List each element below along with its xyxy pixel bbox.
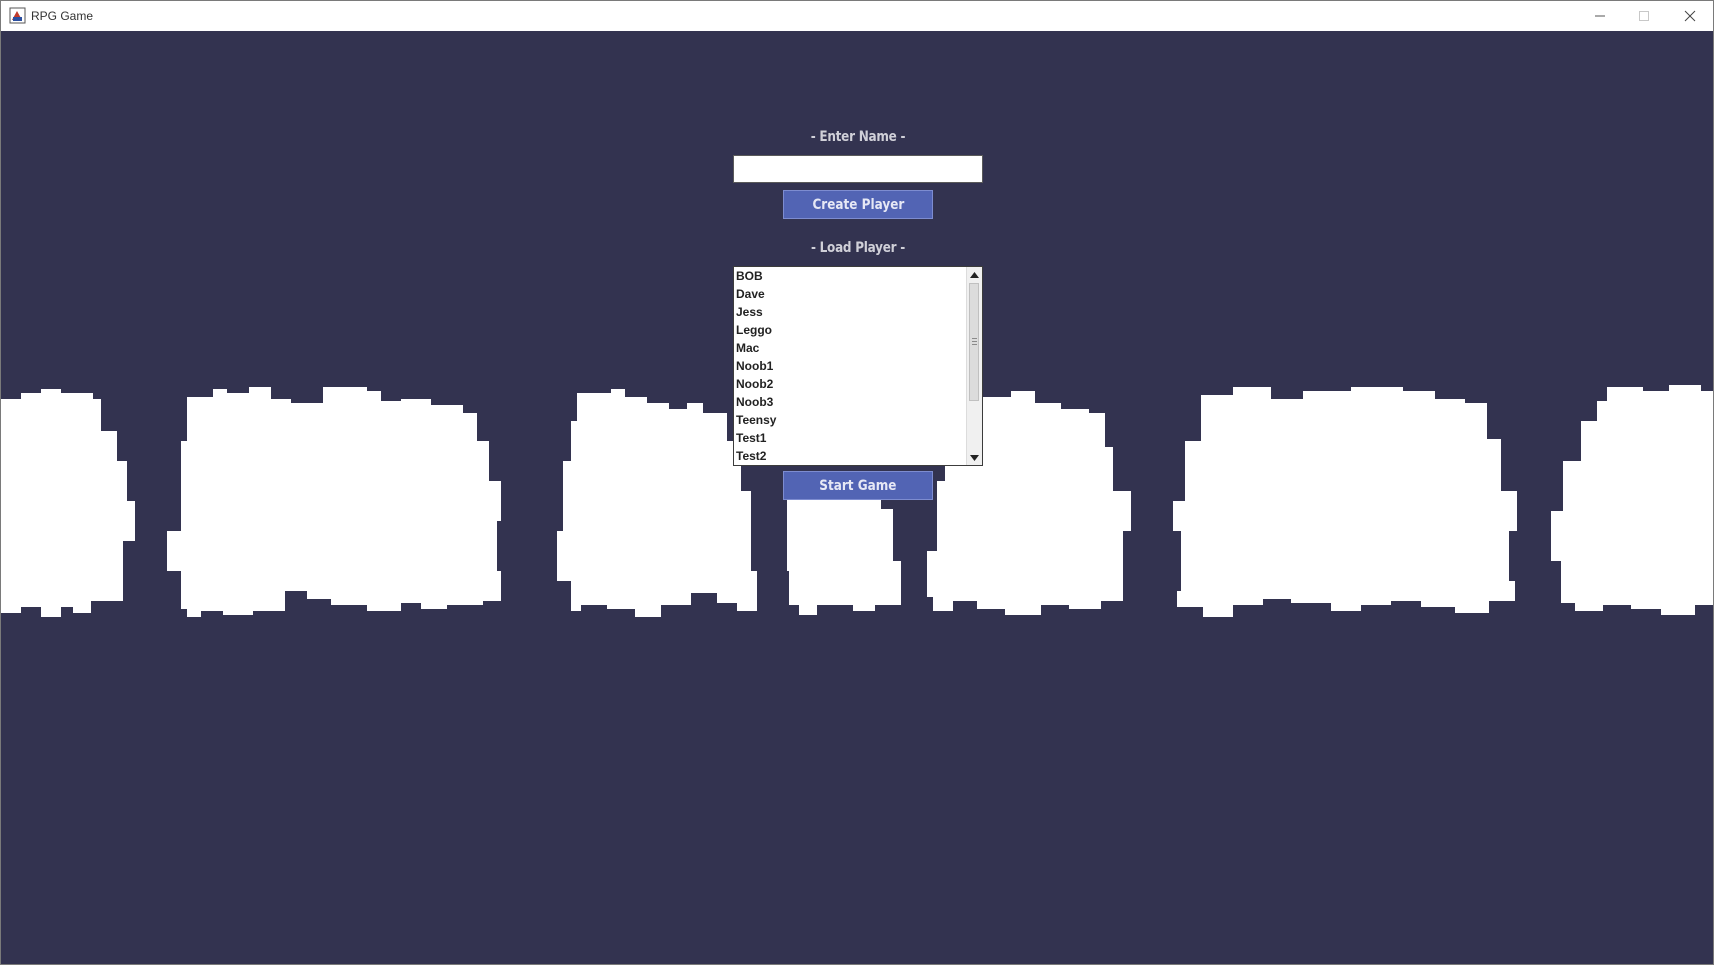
list-item[interactable]: Test1 (734, 429, 967, 447)
close-icon (1684, 10, 1696, 22)
close-button[interactable] (1667, 1, 1713, 31)
create-player-label: Create Player (812, 196, 904, 213)
game-canvas: - Enter Name - Create Player - Load Play… (1, 31, 1713, 964)
java-app-icon (9, 7, 26, 24)
scroll-thumb[interactable] (969, 283, 979, 401)
thumb-grip-line (972, 344, 977, 345)
list-item[interactable]: Mac (734, 339, 967, 357)
list-item[interactable]: Noob1 (734, 357, 967, 375)
cloud (167, 387, 501, 617)
cloud (787, 491, 901, 615)
thumb-grip-line (972, 341, 977, 342)
start-game-label: Start Game (819, 477, 897, 494)
cloud (1551, 385, 1713, 615)
title-bar[interactable]: RPG Game (1, 1, 1713, 31)
cloud (557, 389, 757, 617)
scroll-down-button[interactable] (967, 450, 982, 465)
window-title: RPG Game (31, 9, 94, 23)
maximize-button[interactable] (1621, 1, 1667, 31)
minimize-icon (1595, 15, 1605, 17)
thumb-grip-line (972, 338, 977, 339)
scroll-up-button[interactable] (967, 267, 982, 282)
list-item[interactable]: Jess (734, 303, 967, 321)
list-item[interactable]: Noob2 (734, 375, 967, 393)
arrow-up-icon (970, 271, 979, 278)
cloud (1, 389, 135, 617)
list-item[interactable]: Leggo (734, 321, 967, 339)
list-item[interactable]: Teensy (734, 411, 967, 429)
start-game-button[interactable]: Start Game (783, 471, 933, 500)
load-player-heading: - Load Player - (810, 240, 906, 256)
player-list[interactable]: BOB Dave Jess Leggo Mac Noob1 Noob2 Noob… (733, 266, 983, 466)
cloud (1173, 387, 1517, 617)
list-scrollbar[interactable] (966, 267, 982, 465)
game-window: RPG Game - Enter Name - Create Player - … (0, 0, 1714, 965)
list-item[interactable]: Dave (734, 285, 967, 303)
list-item[interactable]: BOB (734, 267, 967, 285)
arrow-down-icon (970, 454, 979, 461)
minimize-button[interactable] (1577, 1, 1623, 31)
list-item[interactable]: Test2 (734, 447, 967, 465)
enter-name-heading: - Enter Name - (810, 129, 906, 145)
player-name-input[interactable] (733, 155, 983, 183)
create-player-button[interactable]: Create Player (783, 190, 933, 219)
player-list-items: BOB Dave Jess Leggo Mac Noob1 Noob2 Noob… (734, 267, 967, 465)
list-item[interactable]: Noob3 (734, 393, 967, 411)
maximize-icon (1639, 11, 1649, 21)
